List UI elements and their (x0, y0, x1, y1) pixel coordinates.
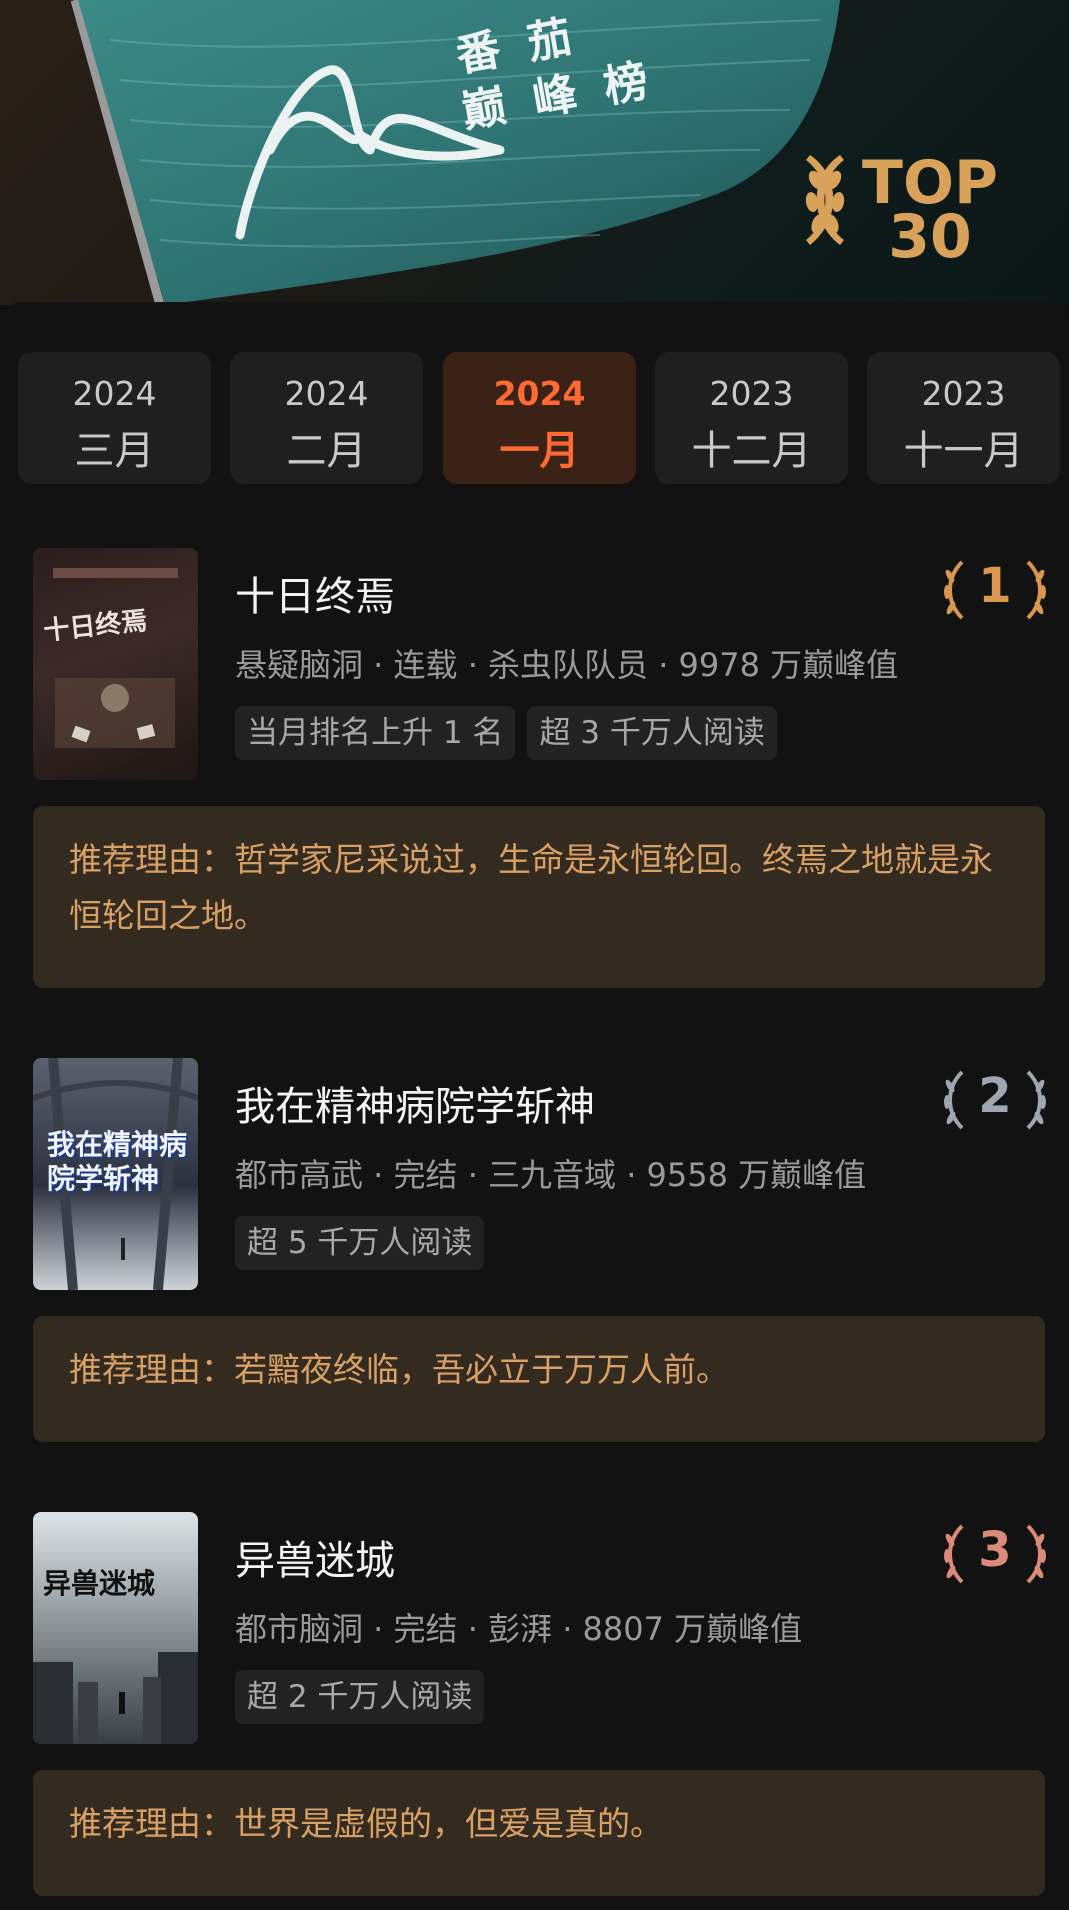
cover-title-text: 异兽迷城 (43, 1567, 156, 1600)
book-cover-image[interactable]: 我在精神病院学斩神 (33, 1058, 198, 1290)
recommend-reason: 推荐理由：哲学家尼采说过，生命是永恒轮回。终焉之地就是永恒轮回之地。 (33, 806, 1045, 988)
tab-year: 2024 (284, 374, 369, 413)
book-item-rank-2[interactable]: 我在精神病院学斩神 我在精神病院学斩神 都市高武 · 完结 · 三九音域 · 9… (0, 1054, 1069, 1454)
book-title[interactable]: 十日终焉 (235, 564, 395, 622)
rank-number: 3 (978, 1522, 1012, 1578)
book-tags: 当月排名上升 1 名超 3 千万人阅读 (235, 706, 789, 760)
tab-year: 2023 (709, 374, 794, 413)
tab-year: 2024 (493, 374, 586, 413)
book-cover-image[interactable]: 十日终焉 (33, 548, 198, 780)
rank-badge: 1 (940, 554, 1050, 624)
book-meta: 都市脑洞 · 完结 · 彭湃 · 8807 万巅峰值 (235, 1610, 803, 1648)
rank-badge: 2 (940, 1064, 1050, 1134)
book-meta: 悬疑脑洞 · 连载 · 杀虫队队员 · 9978 万巅峰值 (235, 646, 899, 684)
cover-art (33, 1652, 198, 1744)
laurel-right-icon (806, 155, 845, 245)
tab-2024-march[interactable]: 2024 三月 (18, 352, 211, 484)
badge-number-text: 30 (888, 202, 972, 272)
tab-2024-january[interactable]: 2024 一月 (443, 352, 636, 484)
tab-2024-february[interactable]: 2024 二月 (230, 352, 423, 484)
tab-month: 十一月 (903, 428, 1024, 474)
book-item-rank-1[interactable]: 十日终焉 十日终焉 悬疑脑洞 · 连载 · 杀虫队队员 · 9978 万巅峰值 … (0, 544, 1069, 988)
tag-readers: 超 2 千万人阅读 (235, 1670, 485, 1724)
tab-year: 2023 (921, 374, 1006, 413)
rank-number: 1 (978, 558, 1012, 614)
cover-art (53, 568, 178, 748)
ranking-panel: 2024 三月 2024 二月 2024 一月 2023 十二月 2023 十一… (0, 302, 1069, 1910)
book-item-rank-3[interactable]: 异兽迷城 异兽迷城 都市脑洞 · 完结 · 彭湃 · 8807 万巅峰值 超 2… (0, 1508, 1069, 1908)
tab-month: 十二月 (691, 428, 812, 474)
tag-readers: 超 3 千万人阅读 (527, 706, 777, 760)
rank-badge: 3 (940, 1518, 1050, 1588)
book-cover-image[interactable]: 异兽迷城 (33, 1512, 198, 1744)
tab-month: 二月 (286, 428, 367, 474)
recommend-reason: 推荐理由：世界是虚假的，但爱是真的。 (33, 1770, 1045, 1896)
tab-2023-december[interactable]: 2023 十二月 (655, 352, 848, 484)
book-title[interactable]: 我在精神病院学斩神 (235, 1074, 595, 1132)
tab-year: 2024 (72, 374, 157, 413)
rank-number: 2 (978, 1068, 1012, 1124)
top30-badge: TOP 30 (800, 150, 1060, 280)
tag-readers: 超 5 千万人阅读 (235, 1216, 485, 1270)
book-title[interactable]: 异兽迷城 (235, 1528, 395, 1586)
cover-title-text: 我在精神病院学斩神 (47, 1128, 188, 1195)
book-tags: 超 2 千万人阅读 (235, 1670, 496, 1724)
book-meta: 都市高武 · 完结 · 三九音域 · 9558 万巅峰值 (235, 1156, 867, 1194)
tab-month: 三月 (74, 428, 155, 474)
recommend-reason: 推荐理由：若黯夜终临，吾必立于万万人前。 (33, 1316, 1045, 1442)
header-banner: 番茄 巅峰榜 TOP 30 (0, 0, 1069, 305)
tag-rank-change: 当月排名上升 1 名 (235, 706, 516, 760)
month-tab-bar: 2024 三月 2024 二月 2024 一月 2023 十二月 2023 十一… (18, 352, 1069, 484)
tab-2023-november[interactable]: 2023 十一月 (867, 352, 1060, 484)
book-tags: 超 5 千万人阅读 (235, 1216, 496, 1270)
tab-month: 一月 (499, 428, 580, 474)
